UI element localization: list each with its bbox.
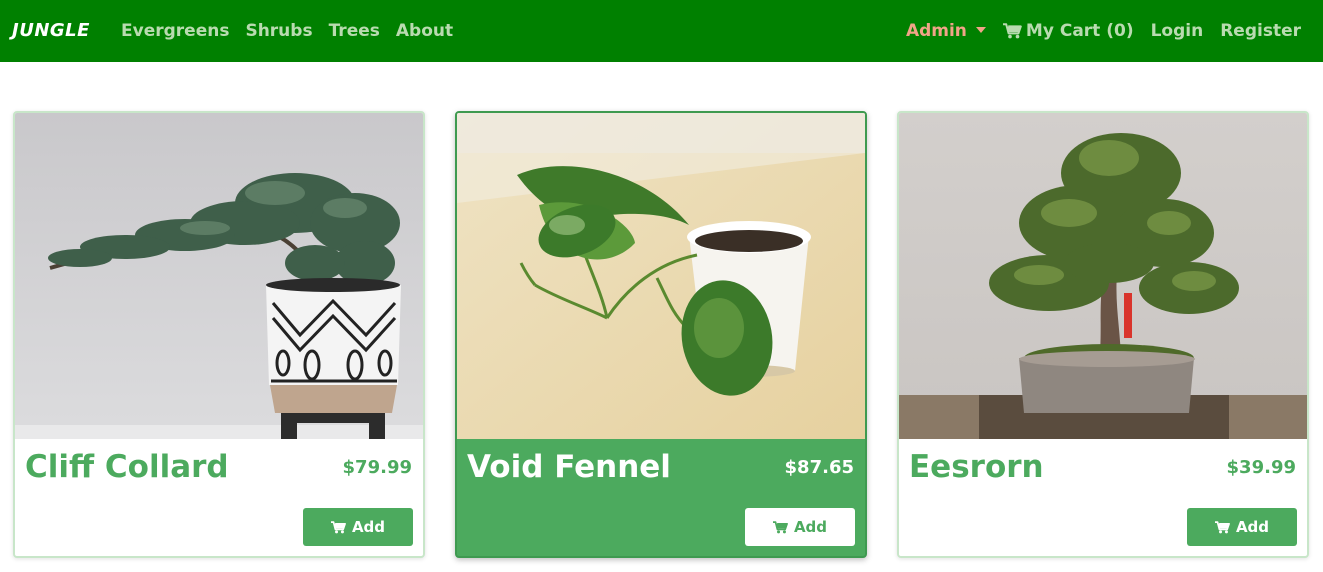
my-cart-link[interactable]: My Cart (0): [1002, 21, 1134, 41]
caret-down-icon: [975, 27, 986, 33]
admin-label: Admin: [905, 21, 967, 41]
product-price: $87.65: [784, 457, 854, 478]
brand-logo[interactable]: JUNGLE: [12, 20, 90, 41]
add-button-label: Add: [1235, 518, 1270, 536]
product-image[interactable]: [15, 113, 423, 439]
shopping-cart-icon: [1214, 520, 1230, 534]
product-name[interactable]: Cliff Collard: [25, 449, 229, 485]
product-price: $79.99: [342, 457, 412, 478]
shopping-cart-icon: [330, 520, 346, 534]
shopping-cart-icon: [1002, 23, 1022, 39]
nav-link-shrubs[interactable]: Shrubs: [245, 21, 312, 41]
account-nav: Admin My Cart (0) Login Register: [906, 21, 1301, 41]
product-card[interactable]: Cliff Collard $79.99 Add: [13, 111, 425, 558]
nav-link-evergreens[interactable]: Evergreens: [121, 21, 229, 41]
category-nav: Evergreens Shrubs Trees About: [121, 21, 453, 41]
nav-link-trees[interactable]: Trees: [329, 21, 380, 41]
admin-dropdown[interactable]: Admin: [906, 21, 986, 41]
shopping-cart-icon: [772, 520, 788, 534]
product-name[interactable]: Eesrorn: [909, 449, 1044, 485]
add-button-label: Add: [793, 518, 828, 536]
nav-link-about[interactable]: About: [396, 21, 453, 41]
top-navbar: JUNGLE Evergreens Shrubs Trees About Adm…: [0, 0, 1323, 62]
product-price: $39.99: [1226, 457, 1296, 478]
add-to-cart-button[interactable]: Add: [1187, 508, 1297, 546]
product-card[interactable]: Eesrorn $39.99 Add: [897, 111, 1309, 558]
cart-label: My Cart (0): [1025, 21, 1134, 41]
product-image[interactable]: [457, 113, 865, 439]
product-image[interactable]: [899, 113, 1307, 439]
add-button-label: Add: [351, 518, 386, 536]
register-link[interactable]: Register: [1220, 21, 1301, 41]
add-to-cart-button[interactable]: Add: [745, 508, 855, 546]
product-card[interactable]: Void Fennel $87.65 Add: [455, 111, 867, 558]
product-name[interactable]: Void Fennel: [467, 449, 671, 485]
add-to-cart-button[interactable]: Add: [303, 508, 413, 546]
login-link[interactable]: Login: [1151, 21, 1204, 41]
